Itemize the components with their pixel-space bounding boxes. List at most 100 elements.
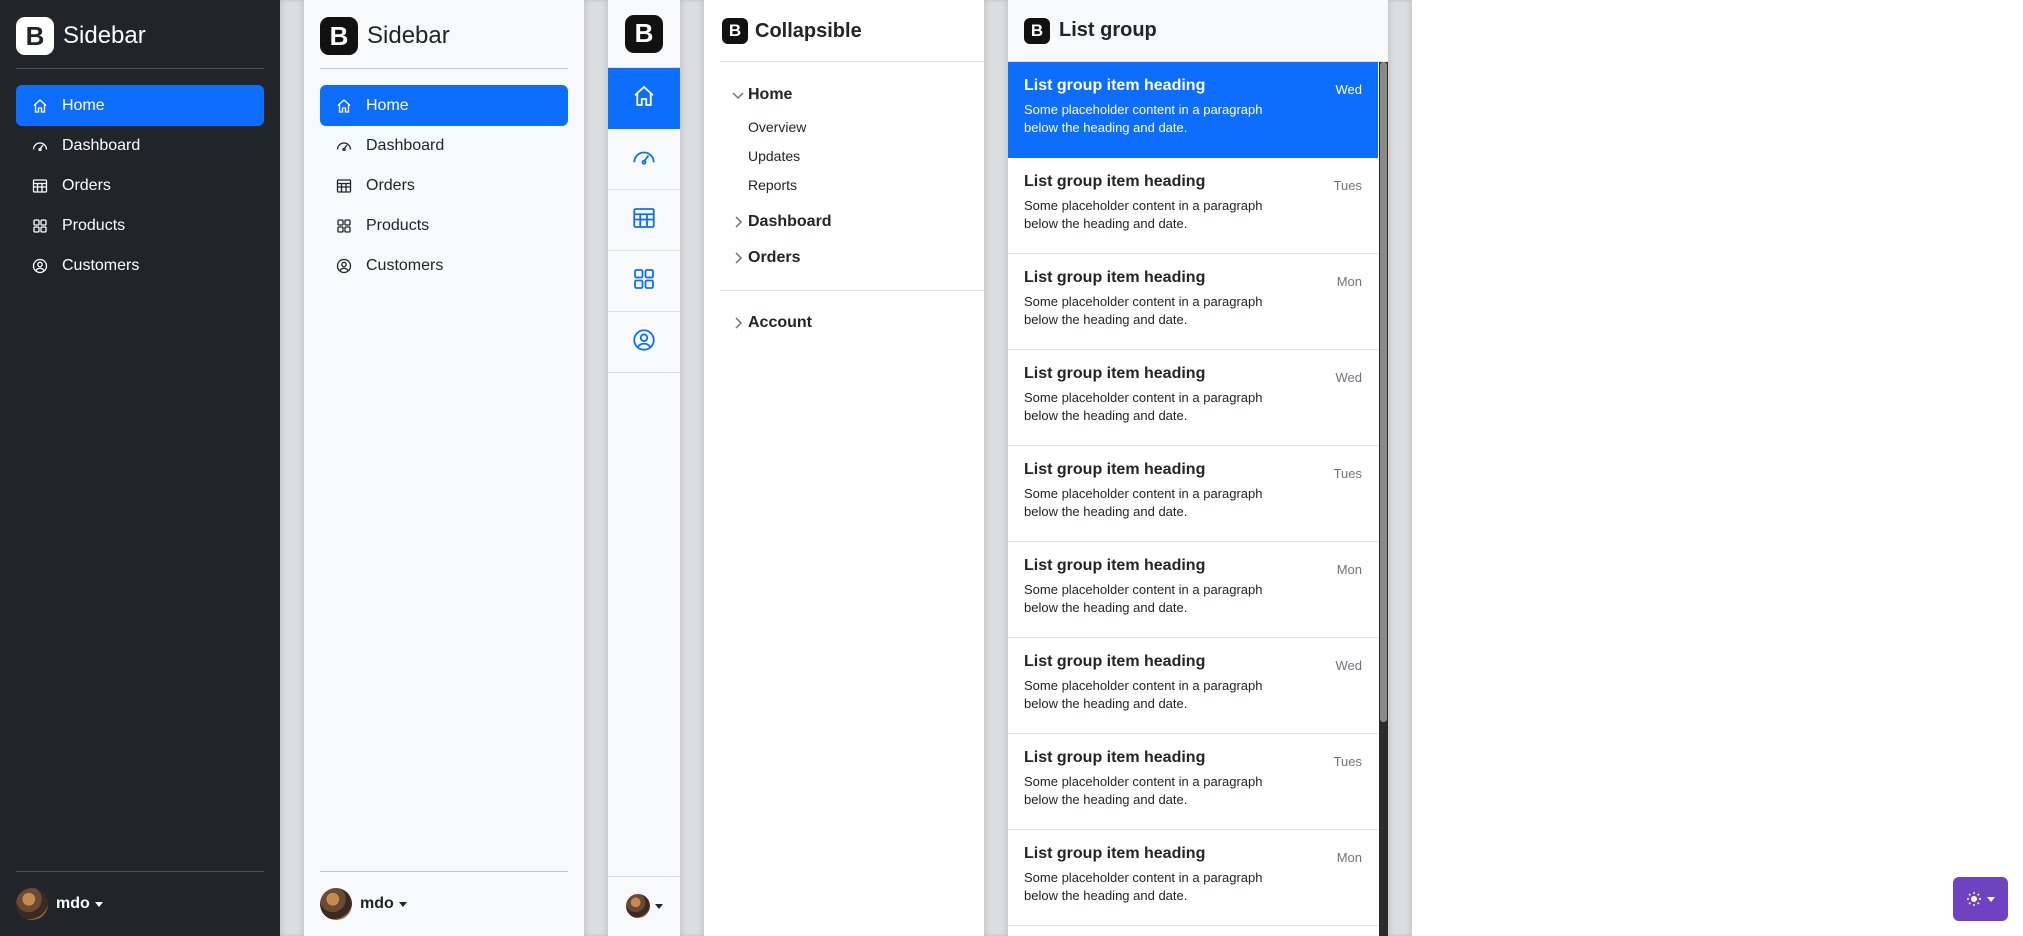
collapsible-link-overview[interactable]: Overview xyxy=(748,119,806,135)
avatar xyxy=(16,888,48,920)
chevron-right-icon xyxy=(730,250,746,266)
person-circle-icon xyxy=(632,328,656,357)
bootstrap-logo-icon: B xyxy=(1024,17,1050,44)
chevron-down-icon xyxy=(730,87,746,103)
icon-rail: B xyxy=(608,0,680,936)
list-group-header[interactable]: B List group xyxy=(1008,0,1388,62)
list-item[interactable]: List group item heading Mon Some placeho… xyxy=(1008,542,1378,638)
sidebar-dark-item-label: Dashboard xyxy=(62,136,141,154)
collapsible-link-updates[interactable]: Updates xyxy=(748,148,800,164)
speedometer-icon xyxy=(632,145,656,174)
collapsible-orders-toggle[interactable]: Orders xyxy=(735,249,800,267)
collapsible-account-label: Account xyxy=(748,314,812,331)
list-item[interactable]: List group item heading Wed Some placeho… xyxy=(1008,62,1378,158)
list-group-panel: B List group List group item heading Wed… xyxy=(1008,0,1388,936)
rail-orders-button[interactable] xyxy=(608,190,680,251)
person-circle-icon xyxy=(32,258,48,274)
list-item-text: Some placeholder content in a paragraph … xyxy=(1024,774,1263,807)
icon-rail-brand[interactable]: B xyxy=(608,0,680,68)
grid-icon xyxy=(632,267,656,296)
sidebar-dark-item-orders[interactable]: Orders xyxy=(16,165,264,206)
rail-dashboard-button[interactable] xyxy=(608,129,680,190)
list-group-scrollbar[interactable] xyxy=(1379,62,1388,936)
list-item-text: Some placeholder content in a paragraph … xyxy=(1024,678,1263,711)
sidebar-light-item-orders[interactable]: Orders xyxy=(320,165,568,206)
avatar xyxy=(320,888,352,920)
sidebar-dark-divider xyxy=(16,68,264,69)
rail-customers-button[interactable] xyxy=(608,312,680,373)
list-item-date: Mon xyxy=(1336,562,1362,577)
list-item-date: Tues xyxy=(1333,466,1362,481)
sidebar-light-item-customers[interactable]: Customers xyxy=(320,245,568,286)
panel-divider xyxy=(1388,0,1412,936)
collapsible-title: Collapsible xyxy=(755,19,862,42)
grid-icon xyxy=(32,218,48,234)
sidebar-light-item-label: Products xyxy=(366,216,430,234)
chevron-right-icon xyxy=(730,214,746,230)
panel-divider xyxy=(280,0,304,936)
avatar xyxy=(626,894,650,918)
bootstrap-logo-icon: B xyxy=(625,14,663,53)
icon-rail-footer-divider xyxy=(608,876,680,877)
sidebar-dark-brand[interactable]: B Sidebar xyxy=(16,17,146,55)
sun-icon xyxy=(1966,891,1982,907)
list-group-title: List group xyxy=(1059,19,1157,41)
collapsible-brand[interactable]: B Collapsible xyxy=(722,18,862,44)
list-group-scrollbar-thumb[interactable] xyxy=(1380,62,1387,722)
list-item-date: Wed xyxy=(1335,82,1363,97)
bootstrap-logo-icon: B xyxy=(320,17,358,55)
list-item[interactable]: List group item heading Tues Some placeh… xyxy=(1008,158,1378,254)
sidebar-light-item-dashboard[interactable]: Dashboard xyxy=(320,125,568,166)
list-item-date: Wed xyxy=(1335,658,1363,673)
sidebar-light-item-products[interactable]: Products xyxy=(320,205,568,246)
list-item-heading: List group item heading xyxy=(1024,365,1206,382)
rail-home-button[interactable] xyxy=(608,68,680,129)
sidebar-light-brand-label: Sidebar xyxy=(367,22,450,49)
sidebar-dark-item-products[interactable]: Products xyxy=(16,205,264,246)
sidebar-dark-footer-divider xyxy=(16,871,264,872)
collapsible-dashboard-label: Dashboard xyxy=(748,213,832,230)
home-icon xyxy=(632,84,656,113)
panel-divider xyxy=(584,0,608,936)
sidebar-light-brand[interactable]: B Sidebar xyxy=(320,17,450,55)
list-item-text: Some placeholder content in a paragraph … xyxy=(1024,582,1263,615)
list-item[interactable]: List group item heading Mon Some placeho… xyxy=(1008,830,1378,926)
collapsible-account-toggle[interactable]: Account xyxy=(735,314,812,332)
collapsible-divider xyxy=(720,61,984,62)
sidebar-light-item-label: Home xyxy=(366,96,409,114)
sidebar-light-item-home[interactable]: Home xyxy=(320,85,568,126)
collapsible-link-reports[interactable]: Reports xyxy=(748,177,797,193)
home-icon xyxy=(32,98,48,114)
person-circle-icon xyxy=(336,258,352,274)
theme-toggle-button[interactable] xyxy=(1953,877,2008,921)
list-item-heading: List group item heading xyxy=(1024,749,1206,766)
list-item[interactable]: List group item heading Tues Some placeh… xyxy=(1008,734,1378,830)
sidebar-dark-item-label: Customers xyxy=(62,256,140,274)
list-item[interactable]: List group item heading Wed Some placeho… xyxy=(1008,350,1378,446)
sidebar-light-item-label: Orders xyxy=(366,176,415,194)
list-item-heading: List group item heading xyxy=(1024,269,1206,286)
icon-rail-user-dropdown[interactable] xyxy=(626,894,663,918)
list-item-text: Some placeholder content in a paragraph … xyxy=(1024,294,1263,327)
list-item[interactable]: List group item heading Wed Some placeho… xyxy=(1008,638,1378,734)
list-item-date: Tues xyxy=(1333,178,1362,193)
caret-down-icon xyxy=(94,901,103,907)
sidebar-dark-item-dashboard[interactable]: Dashboard xyxy=(16,125,264,166)
sidebar-dark-item-customers[interactable]: Customers xyxy=(16,245,264,286)
sidebar-dark-user-dropdown[interactable]: mdo xyxy=(16,888,103,920)
table-icon xyxy=(632,206,656,235)
collapsible-home-label: Home xyxy=(748,86,793,103)
bootstrap-logo-icon: B xyxy=(16,17,54,55)
sidebar-dark-item-home[interactable]: Home xyxy=(16,85,264,126)
panel-divider xyxy=(680,0,704,936)
collapsible-dashboard-toggle[interactable]: Dashboard xyxy=(735,213,832,231)
caret-down-icon xyxy=(1987,896,1995,902)
list-item[interactable]: List group item heading Mon Some placeho… xyxy=(1008,254,1378,350)
table-icon xyxy=(32,178,48,194)
sidebar-light: B Sidebar Home Dashboard Orders Products… xyxy=(304,0,584,936)
sidebar-light-user-dropdown[interactable]: mdo xyxy=(320,888,407,920)
collapsible-home-toggle[interactable]: Home xyxy=(732,86,793,104)
rail-products-button[interactable] xyxy=(608,251,680,312)
sidebar-light-item-label: Dashboard xyxy=(366,136,445,154)
list-item[interactable]: List group item heading Tues Some placeh… xyxy=(1008,446,1378,542)
